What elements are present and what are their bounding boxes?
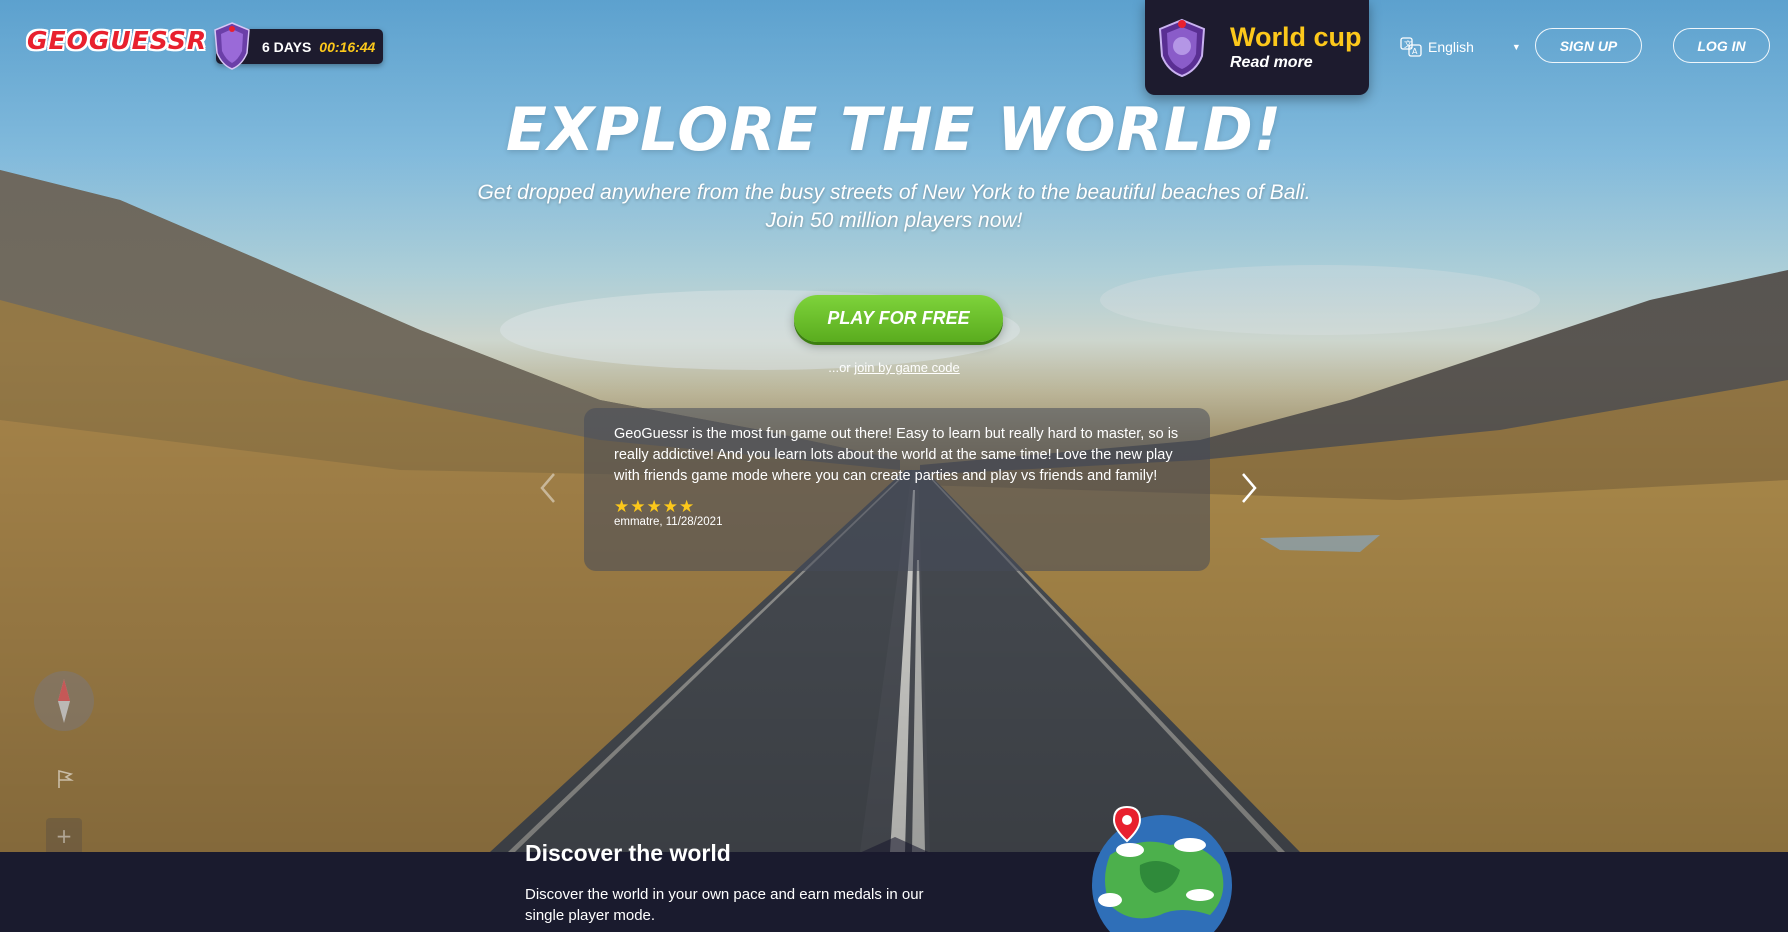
compass-control[interactable]	[34, 671, 94, 731]
svg-text:文: 文	[1404, 39, 1412, 49]
world-cup-read-more[interactable]: Read more	[1230, 54, 1313, 72]
world-cup-title: World cup	[1230, 22, 1362, 52]
carousel-prev-arrow-icon[interactable]	[536, 470, 560, 506]
world-cup-banner[interactable]: World cup Read more	[1145, 0, 1369, 95]
sign-up-button[interactable]: SIGN UP	[1535, 28, 1642, 63]
hero-subtitle-line2: Join 50 million players now!	[765, 209, 1023, 232]
hero-subtitle-line1: Get dropped anywhere from the busy stree…	[477, 181, 1311, 204]
svg-text:A: A	[1412, 47, 1418, 56]
join-by-code-line: ...or join by game code	[0, 360, 1788, 375]
chevron-down-icon: ▼	[1511, 42, 1521, 52]
countdown-days: 6 DAYS	[262, 38, 312, 55]
section-notch	[855, 837, 935, 855]
discover-title: Discover the world	[525, 840, 731, 866]
language-selector[interactable]: 文 A English ▼	[1400, 36, 1521, 58]
logo-text: GEOGUESSR	[27, 26, 208, 55]
hero-title: EXPLORE THE WORLD!	[505, 95, 1283, 165]
globe-illustration	[1092, 805, 1232, 932]
play-for-free-button[interactable]: PLAY FOR FREE	[794, 295, 1003, 342]
review-stars: ★★★★★	[614, 497, 696, 517]
zoom-in-button[interactable]: +	[46, 818, 82, 853]
carousel-next-arrow-icon[interactable]	[1237, 470, 1261, 506]
compass-icon	[58, 679, 70, 723]
join-by-game-code-link[interactable]: join by game code	[854, 360, 960, 375]
discover-text: Discover the world in your own pace and …	[525, 886, 924, 924]
log-in-button[interactable]: LOG IN	[1673, 28, 1770, 63]
world-cup-trophy-icon	[1158, 18, 1206, 78]
geoguessr-logo[interactable]: GEOGUESSR	[27, 26, 207, 55]
review-author: emmatre, 11/28/2021	[614, 516, 723, 528]
review-text: GeoGuessr is the most fun game out there…	[614, 426, 1179, 484]
world-cup-shield-icon	[214, 22, 250, 70]
countdown-timer: 00:16:44	[319, 38, 376, 55]
flag-icon[interactable]	[54, 768, 76, 790]
join-prefix: ...or	[828, 360, 855, 375]
language-label: English	[1428, 39, 1474, 55]
review-card: GeoGuessr is the most fun game out there…	[584, 408, 1210, 571]
world-cup-countdown[interactable]: 6 DAYS 00:16:44	[214, 22, 383, 70]
translate-icon: 文 A	[1400, 37, 1422, 57]
